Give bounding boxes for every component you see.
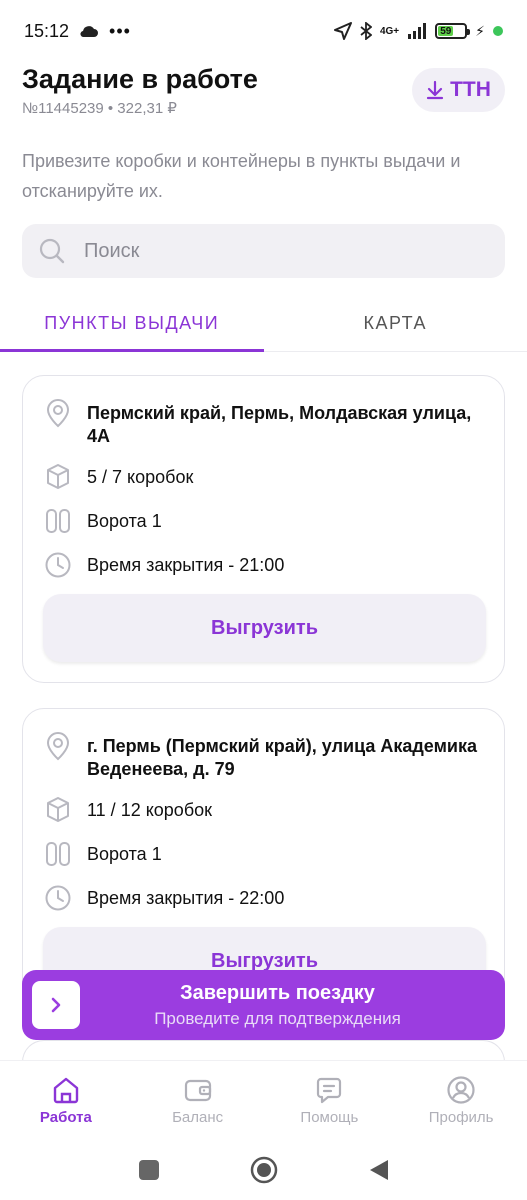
header: Задание в работе №11445239 • 322,31 ₽ ТТ… — [22, 62, 505, 122]
nav-item-work[interactable]: Работа — [0, 1061, 132, 1140]
tab-bar: ПУНКТЫ ВЫДАЧИ КАРТА — [0, 296, 527, 352]
chevron-right-icon — [51, 997, 61, 1013]
gate-icon — [43, 839, 73, 869]
location-pin-icon — [43, 731, 73, 761]
card-boxes-count: 11 / 12 коробок — [87, 800, 213, 820]
chat-icon — [317, 1077, 342, 1104]
home-button-icon[interactable] — [250, 1156, 278, 1184]
nav-label-help: Помощь — [300, 1109, 359, 1126]
swipe-handle[interactable] — [32, 981, 80, 1029]
system-navigation-bar — [0, 1140, 527, 1200]
box-icon — [43, 795, 73, 825]
ttn-label: ТТН — [450, 78, 491, 101]
battery-level: 59 — [438, 26, 454, 37]
location-arrow-icon — [333, 22, 352, 40]
task-description: Привезите коробки и контейнеры в пункты … — [22, 151, 461, 201]
nav-item-balance[interactable]: Баланс — [132, 1061, 264, 1140]
gate-icon — [43, 506, 73, 536]
pickup-point-card: г. Пермь (Пермский край), улица Академик… — [22, 708, 505, 1008]
swipe-subtitle: Проведите для подтверждения — [154, 1008, 401, 1028]
tab-map[interactable]: КАРТА — [264, 296, 527, 351]
nav-item-profile[interactable]: Профиль — [395, 1061, 527, 1140]
bluetooth-icon — [360, 22, 372, 40]
wallet-icon — [184, 1079, 211, 1102]
privacy-indicator-icon — [493, 26, 503, 36]
home-icon — [53, 1077, 79, 1104]
cloud-icon — [80, 26, 99, 38]
swipe-title: Завершить поездку — [180, 981, 375, 1004]
unload-button[interactable]: Выгрузить — [43, 594, 486, 662]
charging-icon: ⚡ — [475, 22, 485, 39]
search-placeholder: Поиск — [84, 239, 140, 262]
signal-icon — [408, 23, 427, 39]
finish-trip-swipe[interactable]: Завершить поездку Проведите для подтверж… — [22, 970, 505, 1040]
nav-label-balance: Баланс — [172, 1109, 224, 1126]
card-gate: Ворота 1 — [87, 511, 162, 531]
card-boxes-count: 5 / 7 коробок — [87, 467, 194, 487]
clock-icon — [43, 550, 73, 580]
download-icon — [426, 80, 444, 100]
pickup-point-card: Пермский край, Пермь, Молдавская улица, … — [22, 375, 505, 683]
card-address: г. Пермь (Пермский край), улица Академик… — [87, 736, 477, 779]
card-closing-time: Время закрытия - 22:00 — [87, 888, 285, 908]
nav-label-profile: Профиль — [428, 1109, 494, 1126]
more-notifications-icon: ••• — [109, 20, 131, 41]
card-gate: Ворота 1 — [87, 844, 162, 864]
search-icon — [39, 238, 65, 264]
battery-icon: 59 — [435, 23, 471, 39]
profile-icon — [447, 1076, 475, 1104]
network-type: 4G+ — [379, 25, 400, 37]
location-pin-icon — [43, 398, 73, 428]
card-closing-time: Время закрытия - 21:00 — [87, 555, 285, 575]
status-time: 15:12 — [24, 20, 70, 41]
card-address: Пермский край, Пермь, Молдавская улица, … — [87, 403, 472, 446]
search-input[interactable]: Поиск — [22, 224, 505, 278]
status-bar: 15:12 ••• 4G+ 59 ⚡ — [0, 0, 527, 62]
clock-icon — [43, 883, 73, 913]
tab-pickup-points[interactable]: ПУНКТЫ ВЫДАЧИ — [0, 296, 264, 352]
bottom-navigation: Работа Баланс Помощь Профиль — [0, 1060, 527, 1140]
back-icon[interactable] — [368, 1158, 390, 1182]
ttn-download-button[interactable]: ТТН — [412, 68, 505, 112]
box-icon — [43, 462, 73, 492]
recent-apps-icon[interactable] — [138, 1159, 160, 1181]
nav-label-work: Работа — [39, 1109, 92, 1126]
nav-item-help[interactable]: Помощь — [264, 1061, 396, 1140]
